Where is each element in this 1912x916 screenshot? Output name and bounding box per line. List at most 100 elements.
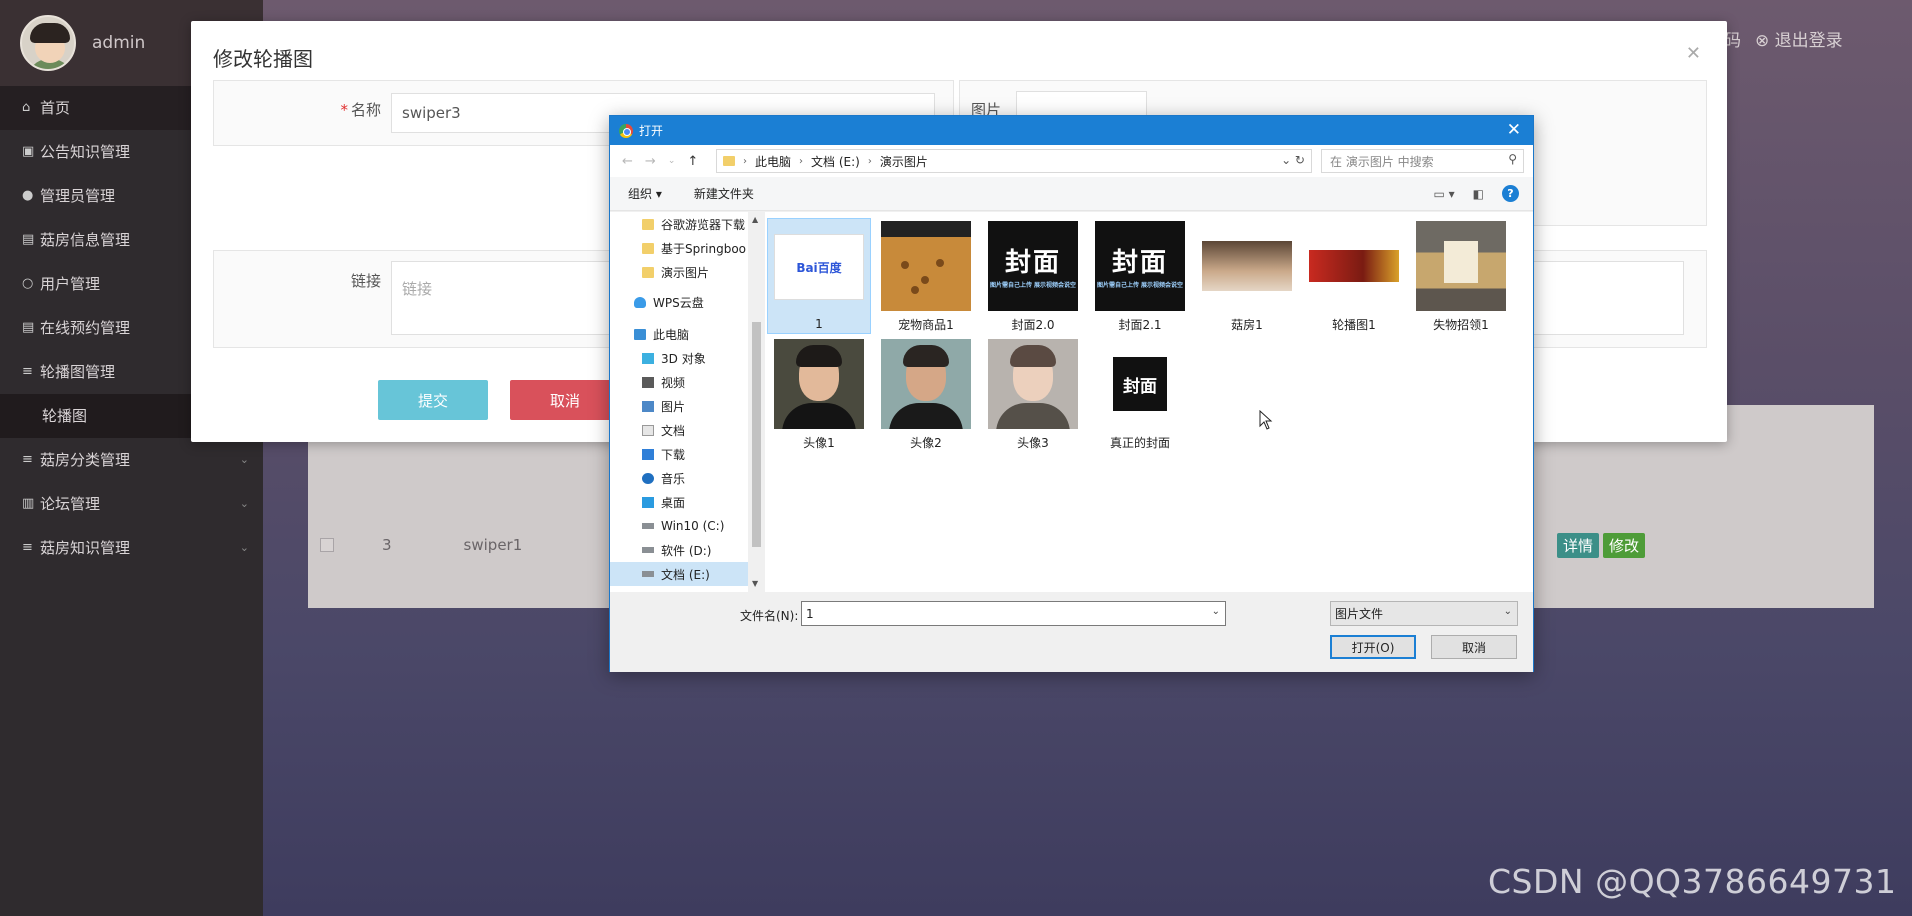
dialog-toolbar: 组织 ▾ 新建文件夹 ▭ ▾ ◧ ?: [610, 177, 1533, 211]
folder-icon: [642, 266, 654, 278]
search-icon: ⚲: [1508, 152, 1517, 166]
filetype-select[interactable]: 图片文件 ⌄: [1330, 601, 1518, 626]
nav-item[interactable]: 基于Springboo: [610, 236, 764, 260]
scroll-down-icon[interactable]: ▼: [752, 579, 758, 588]
filename-label: 文件名(N):: [740, 609, 799, 623]
detail-button[interactable]: 详情: [1557, 532, 1600, 558]
download-icon: [642, 448, 654, 460]
person-icon: ●: [22, 188, 34, 203]
new-folder-button[interactable]: 新建文件夹: [694, 185, 754, 202]
chevron-down-icon[interactable]: ⌄: [1212, 606, 1220, 617]
filename-input[interactable]: 1 ⌄: [801, 601, 1226, 626]
file-item[interactable]: 头像1: [767, 336, 871, 452]
username: admin: [92, 33, 146, 53]
name-label: * 名称: [340, 101, 381, 119]
address-bar-row: ← → ⌄ ↑ › 此电脑 › 文档 (E:) › 演示图片 ⌄ ↻ 在 演示图…: [610, 145, 1533, 177]
chevron-down-icon: ⌄: [239, 497, 249, 510]
logout-link[interactable]: ⊗ 退出登录: [1755, 26, 1843, 51]
drive-icon: [642, 571, 654, 577]
dialog-title: 打开: [639, 124, 664, 138]
row-name: swiper1: [463, 536, 523, 554]
chevron-down-icon: ⌄: [1503, 606, 1512, 617]
person-outline-icon: ○: [22, 276, 34, 291]
folder-icon: [642, 242, 654, 254]
dialog-body: 谷歌游览器下载 基于Springboo 演示图片 WPS云盘 此电脑 3D 对象…: [610, 212, 1533, 592]
address-bar[interactable]: › 此电脑 › 文档 (E:) › 演示图片 ⌄ ↻: [716, 149, 1312, 173]
organize-button[interactable]: 组织 ▾: [628, 185, 662, 202]
list-icon: ≡: [22, 540, 33, 555]
chevron-down-icon: ⌄: [239, 453, 249, 466]
file-item[interactable]: 头像3: [981, 336, 1085, 452]
open-button[interactable]: 打开(O): [1330, 635, 1416, 659]
forward-arrow-icon[interactable]: →: [645, 154, 656, 169]
file-item[interactable]: 轮播图1: [1302, 218, 1406, 334]
nav-item[interactable]: 音乐: [610, 466, 764, 490]
bag-icon: ▣: [22, 144, 35, 159]
row-index: 3: [382, 536, 392, 554]
drive-icon: [642, 547, 654, 553]
file-thumbnail: 封面 图片需自己上传 展示视频会说空: [1095, 221, 1185, 311]
watermark: CSDN @QQ3786649731: [1488, 862, 1897, 901]
chevron-down-icon[interactable]: ⌄: [668, 156, 676, 166]
avatar[interactable]: [20, 15, 76, 71]
file-thumbnail: [1309, 250, 1399, 282]
sidebar-item-knowledge[interactable]: ≡ 菇房知识管理 ⌄: [0, 526, 263, 570]
file-item[interactable]: 菇房1: [1195, 218, 1299, 334]
navigation-scrollbar[interactable]: ▲ ▼: [748, 212, 765, 592]
back-arrow-icon[interactable]: ←: [622, 154, 633, 169]
folder-icon: [723, 156, 735, 166]
nav-item[interactable]: 文档: [610, 418, 764, 442]
link-label: 链接: [350, 272, 381, 290]
dialog-titlebar[interactable]: 打开 ✕: [610, 116, 1533, 145]
file-item[interactable]: 封面 图片需自己上传 展示视频会说空 封面2.0: [981, 218, 1085, 334]
help-icon[interactable]: ?: [1502, 185, 1519, 202]
up-arrow-icon[interactable]: ↑: [687, 154, 698, 169]
music-icon: [642, 472, 654, 484]
breadcrumb-drive-e[interactable]: 文档 (E:): [811, 153, 860, 170]
breadcrumb-demo-images[interactable]: 演示图片: [880, 153, 928, 170]
dialog-cancel-button[interactable]: 取消: [1431, 635, 1517, 659]
cube-icon: [642, 352, 654, 364]
cancel-button[interactable]: 取消: [510, 380, 620, 420]
nav-item[interactable]: 桌面: [610, 490, 764, 514]
breadcrumb-pc[interactable]: 此电脑: [755, 153, 791, 170]
file-item[interactable]: 封面 真正的封面: [1088, 336, 1192, 452]
file-item[interactable]: Bai百度 1: [767, 218, 871, 334]
row-actions: 详情 修改: [1557, 532, 1646, 558]
view-options-icon[interactable]: ▭ ▾: [1433, 187, 1454, 201]
file-item[interactable]: 宠物商品1: [874, 218, 978, 334]
nav-item[interactable]: 演示图片: [610, 260, 764, 284]
close-icon[interactable]: ✕: [1686, 43, 1701, 64]
file-thumbnail: [881, 221, 971, 311]
sidebar-item-category[interactable]: ≡ 菇房分类管理 ⌄: [0, 438, 263, 482]
building-icon: ▤: [22, 320, 35, 335]
nav-item[interactable]: 文档 (E:): [610, 562, 764, 586]
drive-icon: [642, 523, 654, 529]
sidebar-item-forum[interactable]: ▥ 论坛管理 ⌄: [0, 482, 263, 526]
edit-button[interactable]: 修改: [1603, 532, 1646, 558]
file-item[interactable]: 封面 图片需自己上传 展示视频会说空 封面2.1: [1088, 218, 1192, 334]
nav-item[interactable]: WPS云盘: [610, 290, 764, 314]
nav-item[interactable]: 谷歌游览器下载: [610, 212, 764, 236]
nav-item[interactable]: 图片: [610, 394, 764, 418]
picture-icon: [642, 400, 654, 412]
search-input[interactable]: 在 演示图片 中搜索 ⚲: [1321, 149, 1524, 173]
nav-item[interactable]: 视频: [610, 370, 764, 394]
file-thumbnail: [1416, 221, 1506, 311]
submit-button[interactable]: 提交: [378, 380, 488, 420]
nav-item[interactable]: 此电脑: [610, 322, 764, 346]
nav-item[interactable]: 软件 (D:): [610, 538, 764, 562]
row-checkbox[interactable]: [320, 538, 334, 552]
file-item[interactable]: 失物招领1: [1409, 218, 1513, 334]
scroll-up-icon[interactable]: ▲: [752, 215, 758, 224]
refresh-icon[interactable]: ⌄ ↻: [1281, 153, 1305, 167]
cloud-icon: [634, 296, 646, 308]
nav-item[interactable]: 3D 对象: [610, 346, 764, 370]
nav-item[interactable]: Win10 (C:): [610, 514, 764, 538]
file-item[interactable]: 头像2: [874, 336, 978, 452]
scrollbar-thumb[interactable]: [752, 322, 761, 547]
nav-item[interactable]: 下载: [610, 442, 764, 466]
folder-icon: [642, 218, 654, 230]
close-icon[interactable]: ✕: [1507, 120, 1521, 140]
preview-pane-icon[interactable]: ◧: [1473, 187, 1484, 201]
